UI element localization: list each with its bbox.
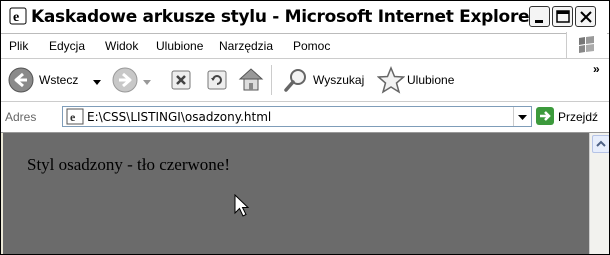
page-icon: e xyxy=(66,108,84,128)
window-title: Kaskadowe arkusze stylu - Microsoft Inte… xyxy=(31,7,538,27)
address-input[interactable]: e E:\CSS\LISTINGI\osadzony.html xyxy=(62,106,532,127)
address-dropdown-button[interactable] xyxy=(513,107,531,126)
menu-pomoc[interactable]: Pomoc xyxy=(293,39,330,53)
svg-text:e: e xyxy=(13,10,19,25)
go-arrow-icon[interactable] xyxy=(536,107,554,125)
title-bar[interactable]: e Kaskadowe arkusze stylu - Microsoft In… xyxy=(1,1,609,34)
vertical-scrollbar[interactable] xyxy=(589,133,609,254)
scroll-up-button[interactable] xyxy=(592,135,609,153)
toolbar-separator xyxy=(271,65,272,95)
favorites-star-icon[interactable] xyxy=(376,66,406,97)
toolbar-overflow-chevron[interactable]: » xyxy=(593,62,600,76)
mouse-cursor-icon xyxy=(234,193,250,223)
refresh-icon[interactable] xyxy=(205,68,229,95)
search-icon[interactable] xyxy=(283,67,309,96)
menu-widok[interactable]: Widok xyxy=(105,39,138,53)
search-button-label[interactable]: Wyszukaj xyxy=(313,73,364,87)
internet-explorer-icon: e xyxy=(9,7,27,25)
standard-toolbar: Wstecz Wyszukaj Ulubione » xyxy=(1,59,609,102)
menu-narzedzia[interactable]: Narzędzia xyxy=(219,39,273,53)
forward-arrow-icon[interactable] xyxy=(111,66,139,97)
page-text: Styl osadzony - tło czerwone! xyxy=(27,155,230,174)
back-arrow-icon[interactable] xyxy=(7,66,35,97)
address-bar: Adres e E:\CSS\LISTINGI\osadzony.html Pr… xyxy=(1,102,609,133)
address-url[interactable]: E:\CSS\LISTINGI\osadzony.html xyxy=(87,110,271,124)
menu-plik[interactable]: Plik xyxy=(9,39,28,53)
stop-icon[interactable] xyxy=(169,68,193,95)
browser-window: e Kaskadowe arkusze stylu - Microsoft In… xyxy=(0,0,610,255)
favorites-button-label[interactable]: Ulubione xyxy=(407,73,454,87)
page-content: Styl osadzony - tło czerwone! xyxy=(3,133,589,254)
menu-edycja[interactable]: Edycja xyxy=(49,39,85,53)
back-dropdown-icon[interactable] xyxy=(93,75,101,89)
go-button-label[interactable]: Przejdź xyxy=(558,110,598,124)
menu-bar: Plik Edycja Widok Ulubione Narzędzia Pom… xyxy=(1,32,609,59)
home-icon[interactable] xyxy=(237,65,265,96)
forward-dropdown-icon[interactable] xyxy=(143,75,151,89)
maximize-button[interactable] xyxy=(552,6,573,27)
back-button-label[interactable]: Wstecz xyxy=(39,73,78,87)
svg-text:e: e xyxy=(70,110,76,124)
windows-logo-icon xyxy=(566,32,607,58)
close-button[interactable] xyxy=(575,6,596,27)
menu-ulubione[interactable]: Ulubione xyxy=(156,39,203,53)
minimize-button[interactable] xyxy=(529,6,550,27)
address-label: Adres xyxy=(5,110,37,124)
